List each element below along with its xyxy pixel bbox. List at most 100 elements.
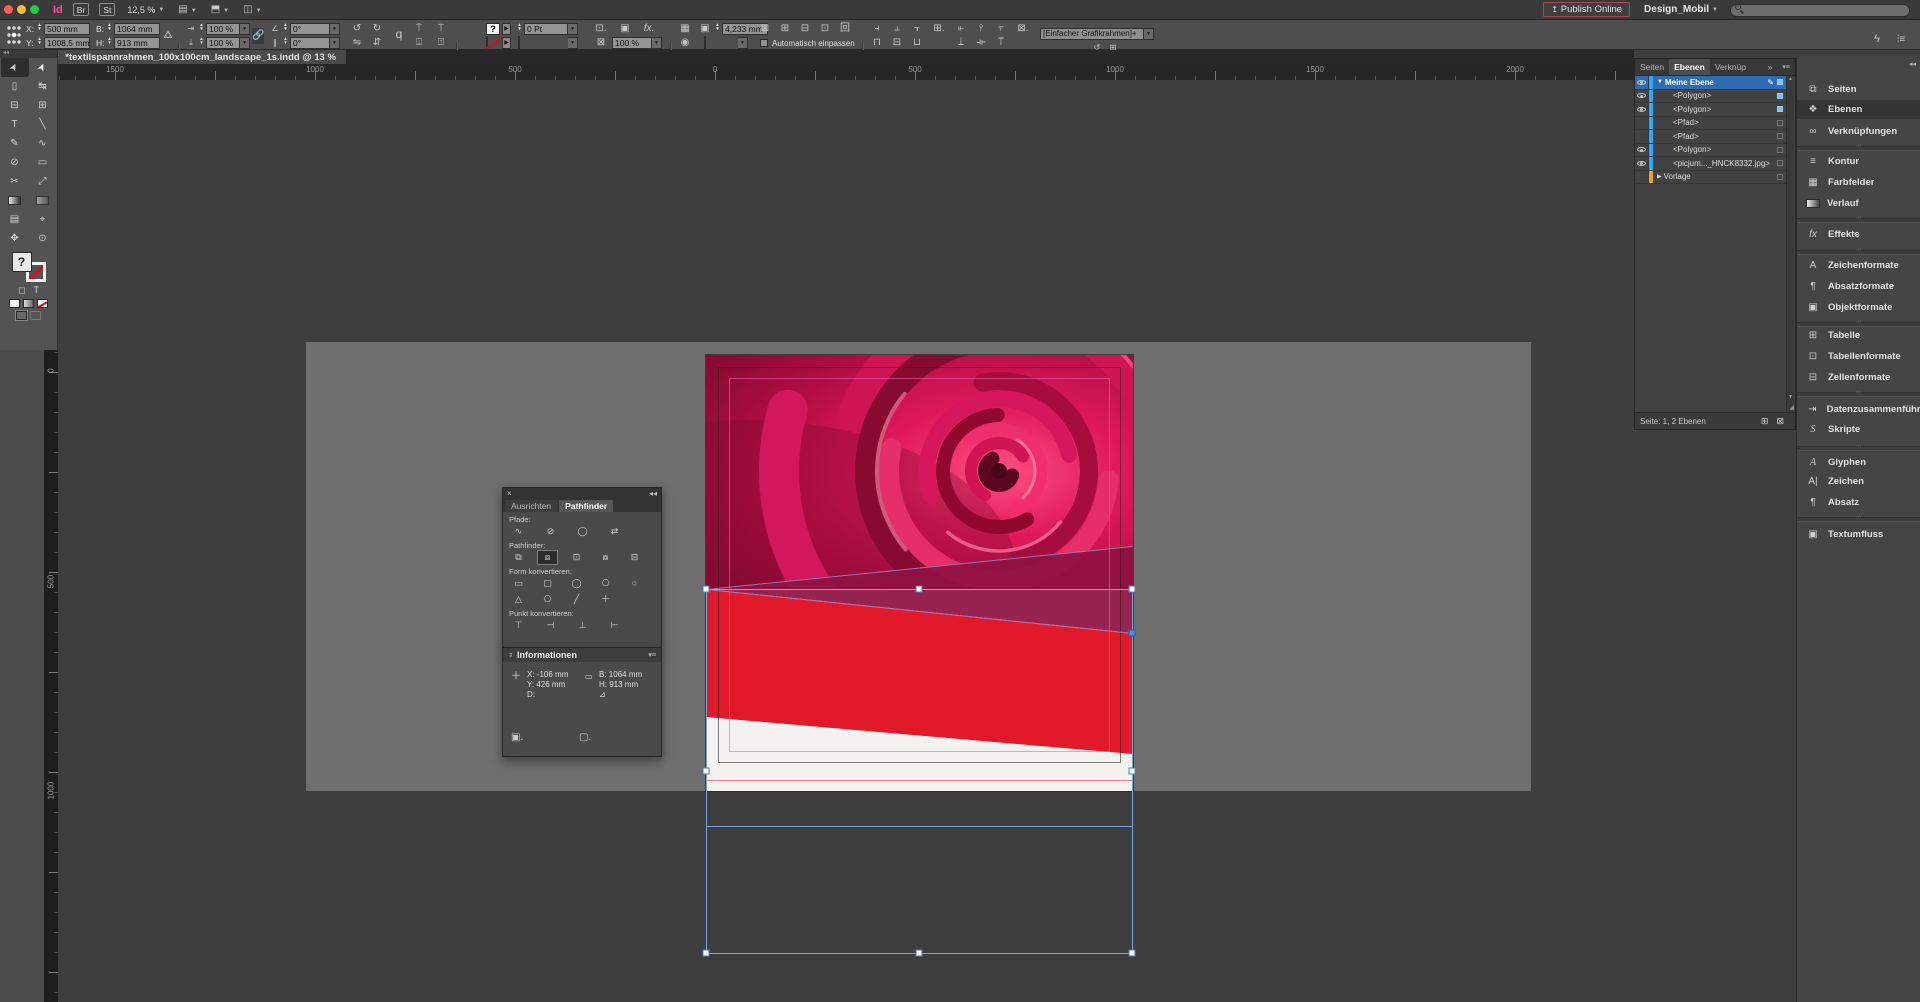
drop-shadow-icon[interactable]: ▣ [616, 22, 634, 35]
dock-item-absatz[interactable]: ¶Absatz [1797, 493, 1920, 512]
frame-fitting-icon[interactable]: ◉ [676, 36, 694, 49]
dock-item-zeichen[interactable]: A|Zeichen [1797, 472, 1920, 491]
layer-row-image[interactable]: <picjum..._HNCK8332.jpg> [1635, 157, 1787, 171]
convert-to-ellipse-icon[interactable]: ◯ [567, 577, 586, 590]
join-path-icon[interactable]: ∿ [509, 525, 528, 538]
select-next-icon[interactable]: ⍐ [432, 36, 450, 49]
scale-y-stepper[interactable]: ▲ ▼ [198, 37, 205, 45]
selection-badge[interactable] [1777, 120, 1783, 126]
control-panel-menu-icon[interactable]: ⫶≡ [1892, 33, 1910, 46]
tab-pathfinder[interactable]: Pathfinder [559, 500, 613, 512]
intersect-shapes-icon[interactable]: ⊡ [567, 551, 586, 564]
distribute-middle-icon[interactable]: ⟛ [972, 36, 990, 49]
select-container-icon[interactable]: ⍑ [410, 22, 428, 35]
y-stepper[interactable]: ▲ ▼ [36, 37, 43, 45]
symmetrical-point-icon[interactable]: ⊢ [605, 619, 624, 632]
align-left-icon[interactable]: ⫞ [868, 22, 886, 35]
gradient-feather-tool[interactable] [29, 191, 57, 210]
opacity-field[interactable]: 100 % [612, 37, 652, 49]
visibility-toggle[interactable] [1635, 144, 1649, 157]
dock-divider[interactable] [1797, 446, 1920, 451]
x-stepper[interactable]: ▲ ▼ [36, 23, 43, 31]
fit-content-proportionally-icon[interactable]: ⊞ [776, 22, 794, 35]
free-transform-tool[interactable]: ⤢ [29, 172, 57, 191]
screen-mode-button[interactable]: ⬒▼ [211, 4, 229, 15]
visibility-toggle[interactable] [1635, 117, 1649, 130]
hand-tool[interactable]: ✥ [1, 229, 29, 248]
dock-item-kontur[interactable]: ≡Kontur [1797, 152, 1920, 171]
distribute-options-icon[interactable]: ⊠. [1014, 22, 1032, 35]
document-tab[interactable]: × *textilspannrahmen_100x100cm_landscape… [44, 50, 346, 64]
dock-item-verlauf[interactable]: Verlauf [1797, 194, 1920, 213]
rotation-dropdown-icon[interactable]: ▼ [330, 23, 340, 35]
pathfinder-panel-titlebar[interactable]: × ◂◂ [503, 488, 661, 499]
height-field[interactable]: 913 mm [114, 37, 160, 49]
line-tool[interactable]: ╲ [29, 115, 57, 134]
panel-menu-icon[interactable]: ▾≡ [648, 651, 656, 659]
distribute-center-icon[interactable]: ⫯ [972, 22, 990, 35]
content-collector-tool[interactable]: ⊟ [1, 96, 29, 115]
dock-item-datenzusammenfuehrung[interactable]: ⇥Datenzusammenführ… [1797, 400, 1920, 419]
shear-stepper[interactable]: ▲ ▼ [282, 37, 289, 45]
maximize-window-icon[interactable] [30, 5, 39, 14]
fill-proxy[interactable]: ? [12, 252, 32, 272]
formatting-text-icon[interactable]: T [33, 285, 39, 296]
width-stepper[interactable]: ▲ ▼ [106, 23, 113, 31]
direct-selection-tool[interactable]: ➤ [29, 58, 57, 77]
distribute-left-icon[interactable]: ⫦ [952, 22, 970, 35]
panel-menu-icon[interactable]: ▾≡ [1777, 59, 1795, 75]
convert-to-rounded-rectangle-icon[interactable]: ▢ [538, 577, 557, 590]
minus-back-icon[interactable]: ⊟ [625, 551, 644, 564]
new-layer-icon[interactable]: ⊞ [1761, 416, 1769, 427]
y-field[interactable]: 1008,5 mm [44, 37, 90, 49]
dock-item-zeichenformate[interactable]: AZeichenformate [1797, 256, 1920, 275]
expand-icon[interactable]: ▼ [1657, 79, 1663, 85]
fit-content-to-frame-icon[interactable]: ⊡ [816, 22, 834, 35]
view-options-button[interactable]: ▤▼ [178, 4, 196, 15]
dock-divider[interactable] [1797, 146, 1920, 151]
scale-y-dropdown-icon[interactable]: ▼ [240, 37, 250, 49]
dock-item-glyphen[interactable]: AGlyphen [1797, 453, 1920, 472]
close-path-icon[interactable]: ◯ [573, 525, 592, 538]
selection-badge[interactable] [1777, 133, 1783, 139]
corner-shape-icon[interactable]: ▦ [676, 22, 694, 35]
pen-tool[interactable]: ✎ [1, 134, 29, 153]
fill-frame-proportionally-icon[interactable]: ⊠ [756, 22, 774, 35]
panel-close-icon[interactable]: × [507, 489, 512, 498]
shear-field[interactable]: 0° [290, 37, 330, 49]
align-bottom-icon[interactable]: ⊔ [908, 36, 926, 49]
apply-none-button[interactable] [37, 299, 48, 308]
selection-badge[interactable] [1777, 147, 1783, 153]
scissors-tool[interactable]: ✂ [1, 172, 29, 191]
height-stepper[interactable]: ▲ ▼ [106, 37, 113, 45]
dock-item-zellenformate[interactable]: ⊟Zellenformate [1797, 368, 1920, 387]
corner-point-icon[interactable]: ⊣ [541, 619, 560, 632]
distribute-top-icon[interactable]: ⟘ [952, 36, 970, 49]
dock-divider[interactable] [1797, 392, 1920, 397]
ellipse-frame-tool[interactable]: ⊘ [1, 153, 29, 172]
rose-photo[interactable] [706, 355, 1133, 589]
tools-panel-header[interactable]: ◂◂ [0, 50, 57, 58]
flip-horizontal-icon[interactable]: ⇋ [348, 36, 366, 49]
convert-to-rectangle-icon[interactable]: ▭ [509, 577, 528, 590]
gap-tool[interactable]: ↹ [29, 77, 57, 96]
scale-y-field[interactable]: 100 % [206, 37, 240, 49]
align-center-v-icon[interactable]: ⊟ [888, 36, 906, 49]
scale-x-field[interactable]: 100 % [206, 23, 240, 35]
publish-online-button[interactable]: ↥ Publish Online [1543, 2, 1630, 17]
dock-item-seiten[interactable]: ⧉Seiten [1797, 80, 1920, 99]
dock-item-tabellenformate[interactable]: ⊡Tabellenformate [1797, 347, 1920, 366]
eyedropper-tool[interactable]: ⌖ [29, 210, 57, 229]
selection-badge[interactable] [1777, 106, 1783, 112]
smooth-point-icon[interactable]: ⊥ [573, 619, 592, 632]
rotate-ccw-icon[interactable]: ↺ [348, 22, 366, 35]
fill-info-icon[interactable]: ▣. [511, 732, 523, 743]
dock-item-objektformate[interactable]: ▣Objektformate [1797, 298, 1920, 317]
opacity-dropdown-icon[interactable]: ▼ [652, 37, 662, 49]
workspace-switcher[interactable]: Design_Mobil [1644, 4, 1709, 15]
visibility-toggle[interactable] [1635, 76, 1649, 89]
fit-frame-to-content-icon[interactable]: ⊟ [796, 22, 814, 35]
shear-dropdown-icon[interactable]: ▼ [330, 37, 340, 49]
convert-to-line-icon[interactable]: ╱ [567, 593, 586, 606]
apply-color-button[interactable] [9, 299, 20, 308]
